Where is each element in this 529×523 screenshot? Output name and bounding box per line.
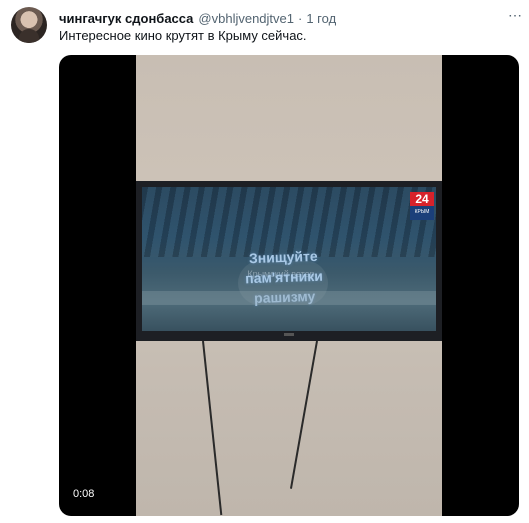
display-name[interactable]: чингачгук сдонбасса [59,11,193,26]
cable [289,340,318,489]
video-caption: Знищуйте пам'ятники рашизму [244,247,324,307]
channel-number: 24 [415,192,429,206]
avatar[interactable] [11,7,47,43]
cable [202,340,223,516]
tv-screen: 24 КРЫМ Крымский ветер Знищуйте пам'ятни… [142,187,436,331]
handle[interactable]: @vbhljvendjtve1 [198,11,294,26]
video-duration: 0:08 [69,487,99,501]
tweet-header: чингачгук сдонбасса @vbhljvendjtve1 · 1 … [59,9,336,27]
video-player[interactable]: 24 КРЫМ Крымский ветер Знищуйте пам'ятни… [59,55,519,516]
tv-set: 24 КРЫМ Крымский ветер Знищуйте пам'ятни… [136,181,442,341]
separator: · [298,10,303,26]
tv-brand-mark [284,333,294,336]
timestamp[interactable]: 1 год [306,11,336,26]
tweet[interactable]: чингачгук сдонбасса @vbhljvendjtve1 · 1 … [0,0,529,523]
tweet-text: Интересное кино крутят в Крыму сейчас. [59,28,307,43]
video-frame: 24 КРЫМ Крымский ветер Знищуйте пам'ятни… [136,55,442,516]
channel-name: КРЫМ [414,209,430,215]
ellipsis-icon[interactable]: ⋯ [508,8,522,24]
